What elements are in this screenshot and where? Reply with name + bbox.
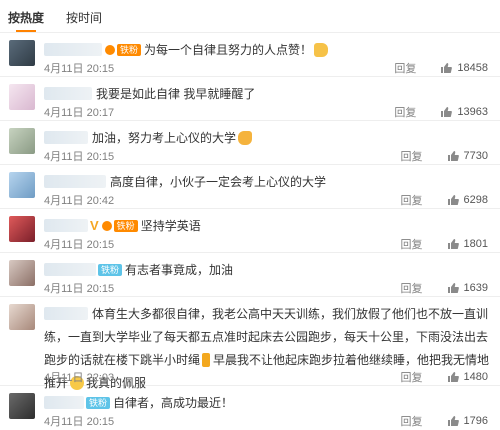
avatar[interactable]: [9, 216, 35, 242]
comment-text: 有志者事竟成，加油: [125, 263, 234, 277]
comment-text: 为每一个自律且努力的人点赞！: [144, 43, 313, 57]
like-count: 1801: [463, 238, 488, 250]
thumbs-up-icon: [447, 416, 459, 426]
username[interactable]: [44, 175, 106, 188]
thumbs-up-icon: [447, 283, 459, 293]
like-button[interactable]: 1801: [447, 238, 488, 250]
username[interactable]: [44, 307, 88, 320]
comment-time: 4月11日 20:15: [44, 63, 115, 75]
like-count: 1796: [463, 415, 488, 427]
comment-text: 自律者，高成功最近！: [113, 396, 234, 410]
username[interactable]: [44, 396, 84, 409]
fan-badge: 铁粉: [113, 220, 138, 232]
comment-item: 加油，努力考上心仪的大学 4月11日 20:15 回复 7730: [0, 121, 500, 165]
like-button[interactable]: 6298: [447, 194, 488, 206]
avatar[interactable]: [9, 304, 35, 330]
thumbs-up-icon: [441, 107, 453, 117]
fan-badge: 铁粉: [86, 397, 111, 409]
reply-button[interactable]: 回复: [401, 236, 423, 252]
username[interactable]: [44, 263, 96, 276]
fan-badge: 铁粉: [98, 264, 123, 276]
candle-icon: [202, 353, 211, 367]
thumbs-up-icon: [447, 239, 459, 249]
comment-time: 4月11日 20:15: [44, 239, 115, 251]
thumbs-up-icon: [314, 43, 329, 57]
like-count: 13963: [457, 106, 488, 118]
tab-sort-by-time[interactable]: 按时间: [66, 9, 102, 32]
thumbs-up-icon: [447, 195, 459, 205]
comment-item: 铁粉 为每一个自律且努力的人点赞！ 4月11日 20:15 回复 18458: [0, 33, 500, 77]
comment-item: V 铁粉 坚持学英语 4月11日 20:15 回复 1801: [0, 209, 500, 253]
avatar[interactable]: [9, 172, 35, 198]
comment-text: 加油，努力考上心仪的大学: [92, 131, 237, 145]
comment-text: 我要是如此自律 我早就睡醒了: [96, 87, 256, 101]
comment-item: 铁粉 有志者事竟成，加油 4月11日 20:15 回复 1639: [0, 253, 500, 297]
like-button[interactable]: 1480: [447, 371, 488, 383]
comment-time: 4月11日 20:15: [44, 416, 115, 428]
avatar[interactable]: [9, 393, 35, 419]
reply-button[interactable]: 回复: [401, 369, 423, 385]
avatar[interactable]: [9, 40, 35, 66]
comment-item: 高度自律，小伙子一定会考上心仪的大学 4月11日 20:42 回复 6298: [0, 165, 500, 209]
member-badge-icon: [101, 221, 112, 231]
tab-sort-by-hot[interactable]: 按热度: [8, 9, 44, 32]
comment-item: 我要是如此自律 我早就睡醒了 4月11日 20:17 回复 13963: [0, 77, 500, 121]
like-count: 1639: [463, 282, 488, 294]
comment-time: 4月11日 20:42: [44, 195, 115, 207]
username[interactable]: [44, 43, 102, 56]
like-button[interactable]: 1796: [447, 415, 488, 427]
like-count: 1480: [463, 371, 488, 383]
sort-tabs: 按热度 按时间: [0, 0, 500, 33]
avatar[interactable]: [9, 260, 35, 286]
like-button[interactable]: 13963: [440, 106, 488, 118]
reply-button[interactable]: 回复: [401, 192, 423, 208]
username[interactable]: [44, 219, 88, 232]
avatar[interactable]: [9, 128, 35, 154]
comment-list: 铁粉 为每一个自律且努力的人点赞！ 4月11日 20:15 回复 18458 我要…: [0, 33, 500, 430]
flexed-arm-icon: [238, 131, 253, 145]
comment-time: 4月11日 20:15: [44, 151, 115, 163]
member-badge-icon: [105, 45, 115, 55]
fan-badge: 铁粉: [117, 44, 142, 56]
reply-button[interactable]: 回复: [394, 104, 416, 120]
reply-button[interactable]: 回复: [401, 413, 423, 429]
comment-item: 体育生大多都很自律，我老公高中天天训练，我们放假了他们也不放一直训练，一直到大学…: [0, 297, 500, 390]
reply-button[interactable]: 回复: [394, 60, 416, 76]
comment-time: 4月11日 22:03: [44, 372, 115, 384]
comment-text: 高度自律，小伙子一定会考上心仪的大学: [110, 175, 327, 189]
thumbs-up-icon: [441, 63, 453, 73]
comment-time: 4月11日 20:17: [44, 107, 115, 119]
like-count: 7730: [463, 150, 488, 162]
username[interactable]: [44, 131, 88, 144]
reply-button[interactable]: 回复: [401, 280, 423, 296]
thumbs-up-icon: [447, 151, 459, 161]
verified-v-icon: V: [90, 218, 99, 233]
reply-button[interactable]: 回复: [401, 148, 423, 164]
thumbs-up-icon: [447, 372, 459, 382]
like-button[interactable]: 18458: [440, 62, 488, 74]
like-count: 18458: [457, 62, 488, 74]
like-button[interactable]: 7730: [447, 150, 488, 162]
comment-time: 4月11日 20:15: [44, 283, 115, 295]
username[interactable]: [44, 87, 92, 100]
comment-text: 坚持学英语: [140, 219, 201, 233]
like-count: 6298: [463, 194, 488, 206]
avatar[interactable]: [9, 84, 35, 110]
like-button[interactable]: 1639: [447, 282, 488, 294]
comment-item: 铁粉 自律者，高成功最近！ 4月11日 20:15 回复 1796: [0, 386, 500, 430]
